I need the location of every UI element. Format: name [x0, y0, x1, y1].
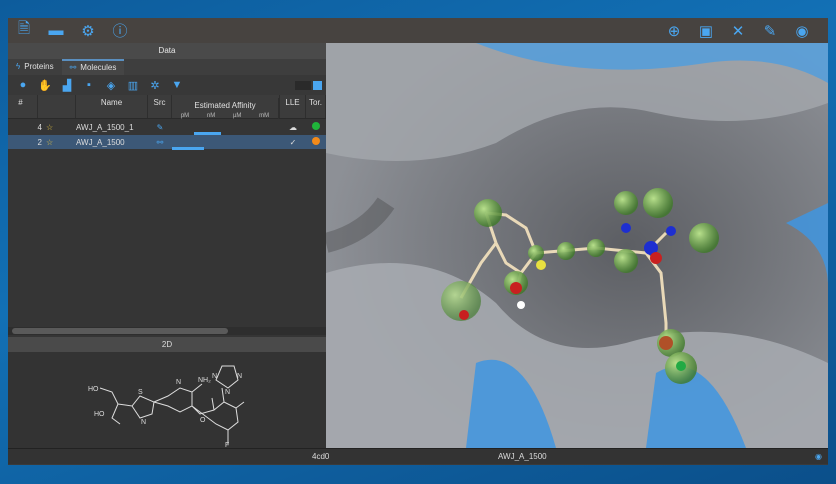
status-dot — [312, 122, 320, 130]
col-name[interactable]: Name — [76, 95, 148, 118]
protein-ligand-scene — [326, 43, 828, 448]
info-button[interactable]: ⓘ — [104, 18, 136, 43]
tab-bar: ϟ Proteins ⚯ Molecules — [8, 59, 326, 75]
col-star[interactable] — [38, 95, 76, 118]
ruler-pencil-icon: ✎ — [763, 22, 777, 40]
gear-icon: ⚙ — [81, 22, 95, 40]
monitor-icon: ▣ — [698, 22, 714, 40]
atom-label: S — [138, 389, 143, 396]
display-button[interactable]: ▣ — [690, 18, 722, 43]
atom-label: N — [176, 379, 181, 386]
atom-label: HO — [88, 386, 99, 393]
molecule-2d-drawing: HO HO S N N NH₂ O F N N N — [88, 365, 245, 449]
unit: pM — [180, 113, 190, 119]
horizontal-scrollbar[interactable] — [8, 327, 326, 335]
view-toggle[interactable] — [295, 80, 322, 90]
atom-label: N — [237, 373, 242, 380]
star-icon[interactable]: ☆ — [46, 138, 76, 147]
atom-label: HO — [94, 411, 105, 418]
visibility-icon[interactable]: ◉ — [815, 452, 822, 461]
source-icon[interactable]: ⚯ — [148, 138, 172, 147]
tab-label: Molecules — [80, 63, 117, 72]
settings-button[interactable]: ⚙ — [72, 18, 104, 43]
torsion-status — [306, 137, 326, 147]
col-tor[interactable]: Tor. — [306, 95, 326, 118]
row-number: 4 — [37, 122, 42, 132]
new-file-button[interactable]: 🗎 — [8, 18, 40, 43]
affinity-units: pM nM µM mM — [172, 110, 279, 119]
structure-2d-view: HO HO S N N NH₂ O F N N N — [8, 352, 326, 449]
torsion-status — [306, 122, 326, 132]
hand-icon[interactable]: ✋ — [34, 79, 56, 92]
tab-label: Proteins — [24, 62, 54, 71]
affinity-bar — [172, 147, 205, 150]
atom-label: N — [212, 373, 217, 380]
new-file-icon: 🗎 — [17, 20, 31, 37]
atom-label: NH₂ — [198, 377, 211, 384]
atom-label: N — [141, 419, 146, 426]
trash-icon[interactable]: ▥ — [122, 79, 144, 92]
globe-icon[interactable]: ● — [12, 79, 34, 91]
target-icon: ⊕ — [667, 22, 681, 40]
molecule-icon: ⚯ — [69, 63, 77, 72]
col-number[interactable]: # — [8, 95, 38, 118]
col-src[interactable]: Src — [148, 95, 172, 118]
open-folder-button[interactable]: ▬ — [40, 18, 72, 43]
3d-viewport[interactable] — [326, 43, 828, 448]
protein-icon: ϟ — [16, 62, 21, 71]
tools-icon: ✕ — [731, 22, 745, 40]
affinity-bar — [193, 132, 221, 135]
table-body: 4 ☆ AWJ_A_1500_1 ✎ ☁ 2 ☆ AWJ_A_1500 ⚯ ✓ — [8, 120, 326, 150]
eye-settings-icon: ◉ — [795, 22, 809, 40]
table-header: # Name Src Estimated Affinity pM nM µM mM L… — [8, 95, 326, 119]
bar-chart-icon[interactable]: ▟ — [56, 79, 78, 92]
row-number: 2 — [37, 137, 42, 147]
row-name: AWJ_A_1500_1 — [76, 122, 134, 132]
atom-label: N — [225, 389, 230, 396]
action-bar: ● ✋ ▟ ▪ ◈ ▥ ✲ ▼ — [8, 75, 326, 95]
scrollbar-thumb[interactable] — [12, 328, 228, 334]
atom-label: O — [200, 417, 206, 424]
main-toolbar: 🗎 ▬ ⚙ ⓘ ⊕ ▣ ✕ ✎ ◉ — [8, 18, 828, 43]
info-icon: ⓘ — [112, 23, 128, 40]
tab-molecules[interactable]: ⚯ Molecules — [61, 59, 125, 75]
filter-icon[interactable]: ▼ — [166, 79, 188, 91]
status-protein: 4cd0 — [312, 452, 330, 461]
table-row[interactable]: 4 ☆ AWJ_A_1500_1 ✎ ☁ — [8, 120, 326, 135]
status-bar: 4cd0 AWJ_A_1500 ◉ — [8, 448, 828, 464]
measure-button[interactable]: ✎ — [754, 18, 786, 43]
list-view-toggle[interactable] — [313, 80, 322, 90]
app-window: 🗎 ▬ ⚙ ⓘ ⊕ ▣ ✕ ✎ ◉ Data ϟ Proteins ⚯ Molecu… — [8, 18, 828, 465]
col-lle[interactable]: LLE — [280, 95, 306, 118]
save-icon[interactable]: ▪ — [78, 79, 100, 91]
star-icon[interactable]: ☆ — [46, 123, 76, 132]
panel-title: Data — [8, 43, 326, 59]
unit: mM — [259, 113, 270, 119]
table-row[interactable]: 2 ☆ AWJ_A_1500 ⚯ ✓ — [8, 135, 326, 150]
unit: nM — [206, 113, 216, 119]
row-name: AWJ_A_1500 — [76, 137, 125, 147]
source-icon[interactable]: ✎ — [148, 123, 172, 132]
tools-button[interactable]: ✕ — [722, 18, 754, 43]
center-view-button[interactable]: ⊕ — [658, 18, 690, 43]
unit: µM — [232, 113, 242, 119]
folder-open-icon: ▬ — [48, 22, 64, 39]
lle-icon: ✓ — [289, 137, 297, 147]
section-2d-title: 2D — [8, 337, 326, 352]
eye-link-icon[interactable]: ◈ — [100, 79, 122, 92]
status-dot — [312, 137, 320, 145]
data-panel: Data ϟ Proteins ⚯ Molecules ● ✋ ▟ ▪ ◈ ▥ ✲ … — [8, 43, 326, 449]
affinity-label: Estimated Affinity — [172, 98, 279, 110]
status-ligand: AWJ_A_1500 — [498, 452, 547, 461]
visibility-button[interactable]: ◉ — [786, 18, 818, 43]
grid-view-toggle[interactable] — [295, 80, 311, 90]
tab-proteins[interactable]: ϟ Proteins — [8, 59, 62, 75]
col-affinity[interactable]: Estimated Affinity pM nM µM mM — [172, 95, 280, 119]
lle-icon: ☁ — [289, 122, 297, 132]
network-icon[interactable]: ✲ — [144, 79, 166, 92]
